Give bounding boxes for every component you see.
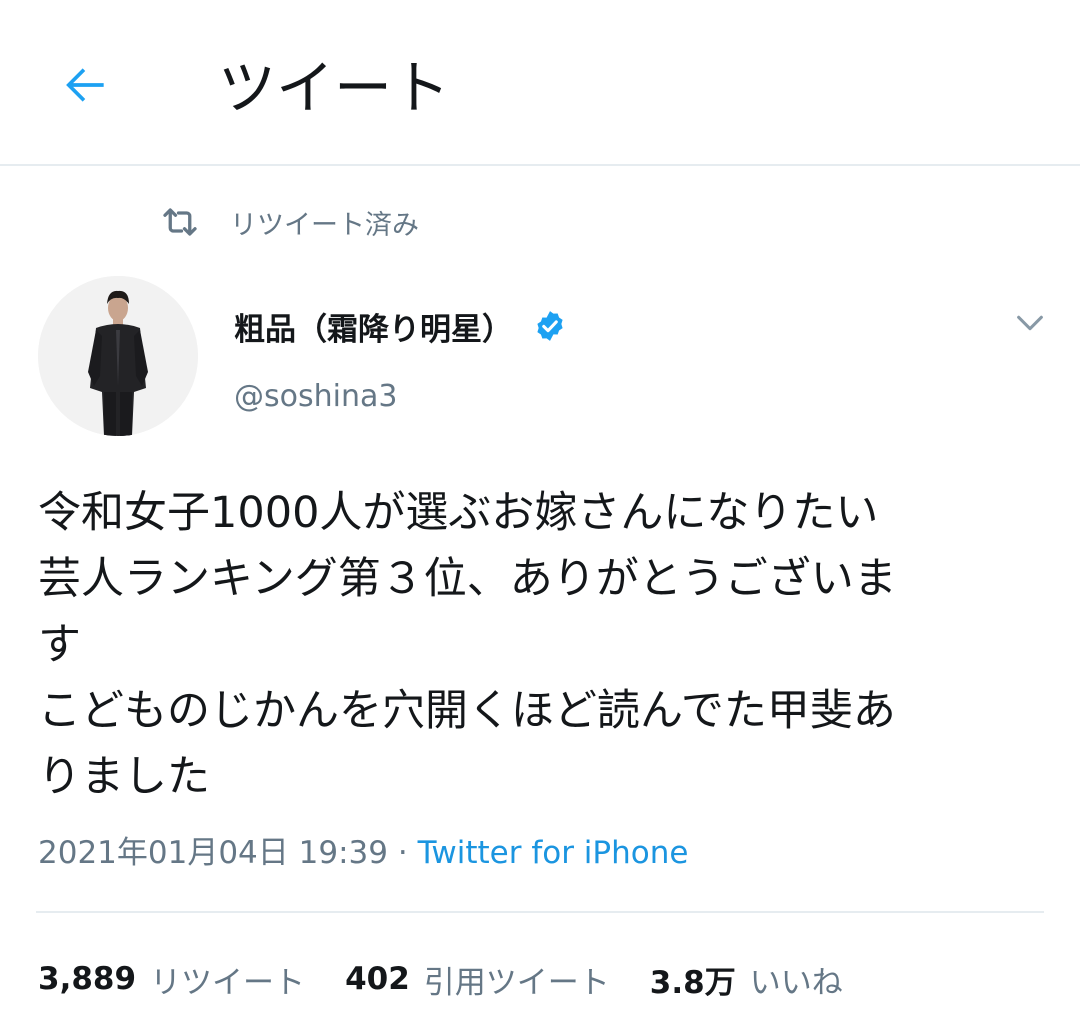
tweet-menu-button[interactable] — [1005, 298, 1055, 348]
tweet-timestamp[interactable]: 2021年01月04日 19:39 — [38, 835, 388, 871]
back-button[interactable] — [50, 50, 120, 120]
quote-tweets-stat[interactable]: 402 引用ツイート — [345, 957, 610, 1002]
like-label: いいね — [749, 964, 843, 1001]
top-app-bar: ツイート — [0, 0, 1080, 166]
tweet-text-line: こどものじかんを穴開くほど読んでた甲斐あ — [38, 686, 896, 736]
arrow-left-icon — [66, 68, 104, 102]
avatar[interactable] — [38, 276, 198, 436]
author-handle[interactable]: @soshina3 — [234, 375, 397, 419]
tweet-text-line: す — [38, 620, 81, 670]
social-context[interactable]: リツイート済み — [160, 200, 419, 244]
retweet-label: リツイート — [150, 964, 306, 1001]
likes-stat[interactable]: 3.8万 いいね — [650, 957, 843, 1002]
tweet-metadata: 2021年01月04日 19:39 · Twitter for iPhone — [38, 830, 688, 876]
tweet-text-line: りました — [38, 752, 210, 802]
retweet-count: 3,889 — [38, 961, 137, 997]
tweet-stats: 3,889 リツイート 402 引用ツイート 3.8万 いいね — [38, 955, 883, 1003]
tweet-text-line: 芸人ランキング第３位、ありがとうございま — [38, 554, 897, 604]
divider — [36, 911, 1044, 913]
like-count: 3.8万 — [649, 964, 736, 1001]
social-context-label: リツイート済み — [230, 209, 419, 241]
avatar-image — [38, 276, 198, 436]
chevron-down-icon — [1017, 315, 1043, 331]
metadata-separator: · — [397, 835, 408, 871]
quote-tweet-label: 引用ツイート — [423, 964, 610, 1001]
verified-badge-icon — [537, 311, 563, 341]
retweets-stat[interactable]: 3,889 リツイート — [38, 957, 305, 1002]
tweet-text-line: 令和女子1000人が選ぶお嫁さんになりたい — [38, 488, 879, 538]
author-display-name[interactable]: 粗品（霜降り明星） — [234, 304, 513, 349]
tweet-source-link[interactable]: Twitter for iPhone — [418, 835, 689, 871]
quote-tweet-count: 402 — [345, 961, 410, 997]
author-name-row: 粗品（霜降り明星） — [234, 300, 567, 352]
page-title: ツイート — [218, 54, 451, 122]
retweet-icon — [160, 202, 200, 242]
tweet-text: 令和女子1000人が選ぶお嫁さんになりたい 芸人ランキング第３位、ありがとうござ… — [38, 480, 1048, 810]
